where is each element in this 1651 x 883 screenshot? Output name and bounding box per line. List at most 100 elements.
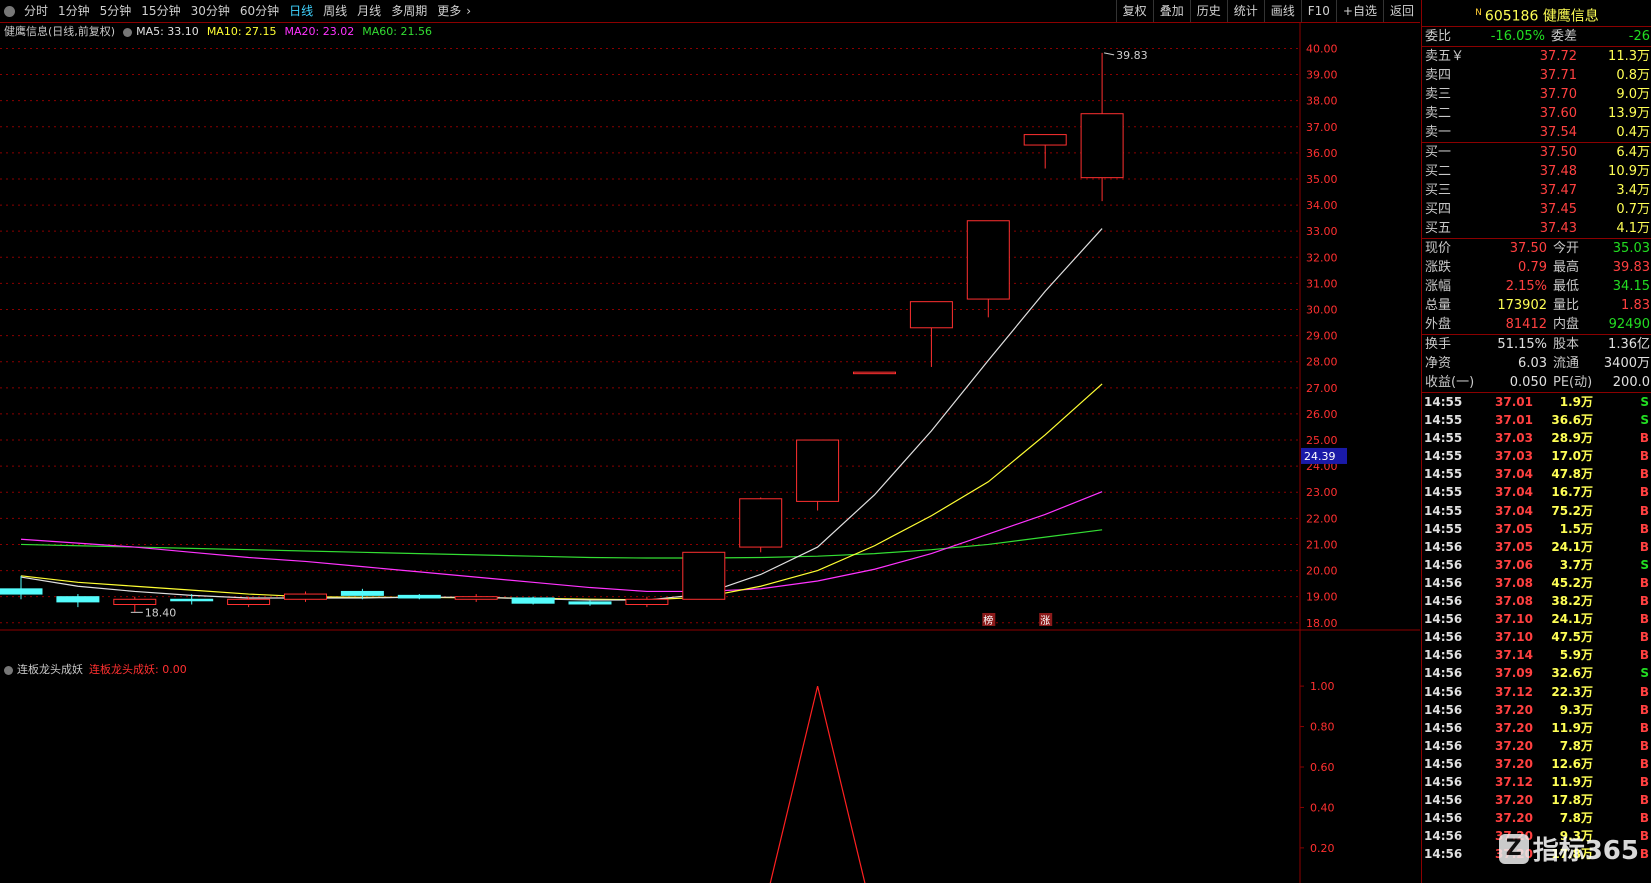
watermark-text: 指标365 (1532, 836, 1639, 866)
more-chevron-icon[interactable]: › (466, 0, 476, 22)
toolbar-btn-2[interactable]: 历史 (1189, 0, 1227, 22)
tick-time: 14:56 (1424, 557, 1463, 572)
tick-volume: 7.8万 (1559, 811, 1593, 826)
tab-6[interactable]: 日线 (284, 0, 318, 22)
event-marker[interactable]: 榜 (983, 614, 993, 627)
candle-body[interactable] (568, 601, 612, 605)
candle-body[interactable] (909, 301, 953, 329)
candle-body[interactable] (227, 598, 271, 606)
indicator-toggle-icon[interactable] (4, 665, 13, 675)
tick-price: 37.20 (1495, 793, 1533, 808)
toolbar-btn-1[interactable]: 叠加 (1152, 0, 1190, 22)
candle-body[interactable] (113, 598, 157, 606)
price-tick-label: 38.00 (1306, 95, 1338, 108)
price-tick-label: 23.00 (1306, 486, 1338, 499)
bid-row: 买一 37.50 6.4万 (1422, 143, 1651, 162)
tick-row: 14:56 37.20 17.8万 B (1422, 791, 1651, 809)
tab-7[interactable]: 周线 (318, 0, 352, 22)
candle-body[interactable] (1080, 113, 1124, 179)
tick-direction: B (1639, 575, 1649, 590)
candle-body[interactable] (796, 439, 840, 502)
quote-value: 35.03 (1612, 241, 1650, 256)
ask-volume: 9.0万 (1616, 87, 1650, 102)
bid-price: 37.47 (1539, 183, 1577, 198)
fundamental-row: 净资 6.03 流通 3400万 (1422, 354, 1651, 373)
candle-body[interactable] (170, 598, 214, 602)
candle-body[interactable] (966, 220, 1010, 300)
tab-5[interactable]: 60分钟 (235, 0, 284, 22)
tick-volume: 24.1万 (1551, 539, 1593, 554)
tick-row: 14:55 37.01 1.9万 S (1422, 393, 1651, 411)
tick-row: 14:56 37.20 9.3万 B (1422, 701, 1651, 719)
kline-chart-area[interactable]: 40.00 39.00 38.00 37.00 36.00 35.00 34.00 33.00… (0, 23, 1420, 883)
tick-volume: 45.2万 (1551, 575, 1593, 590)
panel-toggle-icon[interactable] (4, 5, 15, 17)
ask-volume: 11.3万 (1608, 49, 1650, 64)
candle-body[interactable] (397, 594, 441, 599)
tab-4[interactable]: 30分钟 (186, 0, 235, 22)
tab-3[interactable]: 15分钟 (136, 0, 185, 22)
tick-time: 14:55 (1424, 467, 1463, 482)
price-tick-label: 36.00 (1306, 147, 1338, 160)
bid-price: 37.48 (1539, 164, 1577, 179)
candle-body[interactable] (853, 371, 896, 375)
tick-volume: 32.6万 (1551, 666, 1593, 681)
tab-9[interactable]: 多周期 (386, 0, 432, 22)
tick-direction: B (1639, 630, 1649, 645)
price-tick-label: 27.00 (1306, 382, 1338, 395)
price-tick-label: 32.00 (1306, 251, 1338, 264)
toolbar-btn-6[interactable]: +自选 (1335, 0, 1383, 22)
bid-volume: 4.1万 (1616, 221, 1650, 236)
candle-body[interactable] (56, 596, 100, 603)
toolbar-btn-5[interactable]: F10 (1300, 0, 1336, 22)
price-tick-label: 22.00 (1306, 512, 1338, 525)
tick-volume: 75.2万 (1551, 503, 1593, 518)
indicator-legend: 连板龙头成妖 连板龙头成妖: 0.00 (4, 662, 187, 678)
candle-body[interactable] (454, 596, 498, 600)
tick-price: 37.20 (1495, 720, 1533, 735)
tab-10[interactable]: 更多 (432, 0, 466, 22)
tab-2[interactable]: 5分钟 (95, 0, 137, 22)
event-marker[interactable]: 涨 (1040, 615, 1050, 627)
ma-legend: 健鹰信息(日线,前复权) MA5: 33.10 MA10: 27.15 MA20… (4, 24, 440, 40)
candle-body[interactable] (511, 597, 555, 604)
tick-price: 37.05 (1495, 539, 1533, 554)
candle-body[interactable] (682, 551, 726, 600)
tab-0[interactable]: 分时 (19, 0, 53, 22)
tick-time: 14:56 (1424, 847, 1463, 862)
bid-row: 买二 37.48 10.9万 (1422, 162, 1651, 181)
watermark: Z 指标365 (1498, 830, 1639, 867)
tick-volume: 24.1万 (1551, 612, 1593, 627)
candle-body[interactable] (1023, 134, 1067, 146)
tick-volume: 47.8万 (1551, 467, 1593, 482)
candle-body[interactable] (340, 590, 384, 596)
bid-price: 37.45 (1539, 202, 1577, 217)
quote-value: 92490 (1608, 317, 1650, 332)
tick-row: 14:56 37.10 47.5万 B (1422, 628, 1651, 646)
tab-8[interactable]: 月线 (352, 0, 386, 22)
price-tick-label: 37.00 (1306, 121, 1338, 134)
bid-price: 37.43 (1539, 221, 1577, 236)
tick-row: 14:56 37.20 7.8万 B (1422, 809, 1651, 827)
legend-toggle-icon[interactable] (123, 27, 133, 37)
ask-price: 37.60 (1539, 106, 1577, 121)
price-tick-label: 19.00 (1306, 591, 1338, 604)
ask-label: 卖五￥ (1425, 49, 1465, 64)
quote-label: 外盘 (1425, 317, 1452, 332)
price-tick-label: 21.00 (1306, 538, 1338, 551)
tick-row: 14:56 37.20 7.8万 B (1422, 737, 1651, 755)
candle-body[interactable] (284, 593, 327, 600)
toolbar-btn-0[interactable]: 复权 (1115, 0, 1153, 22)
candle-body[interactable] (739, 498, 783, 548)
ask-label: 卖二 (1425, 106, 1452, 121)
candle-body[interactable] (0, 588, 43, 595)
tick-list[interactable]: 14:55 37.01 1.9万 S 14:55 37.01 36.6万 S 14:55 37.0… (1422, 393, 1651, 863)
tick-price: 37.09 (1495, 666, 1533, 681)
toolbar-btn-3[interactable]: 统计 (1226, 0, 1264, 22)
tab-1[interactable]: 1分钟 (53, 0, 95, 22)
kline-chart[interactable]: 40.00 39.00 38.00 37.00 36.00 35.00 34.00 33.00… (0, 23, 1420, 883)
tick-price: 37.10 (1495, 612, 1533, 627)
toolbar-btn-4[interactable]: 画线 (1263, 0, 1301, 22)
toolbar-btn-7[interactable]: 返回 (1382, 0, 1420, 22)
candle-body[interactable] (625, 598, 669, 606)
